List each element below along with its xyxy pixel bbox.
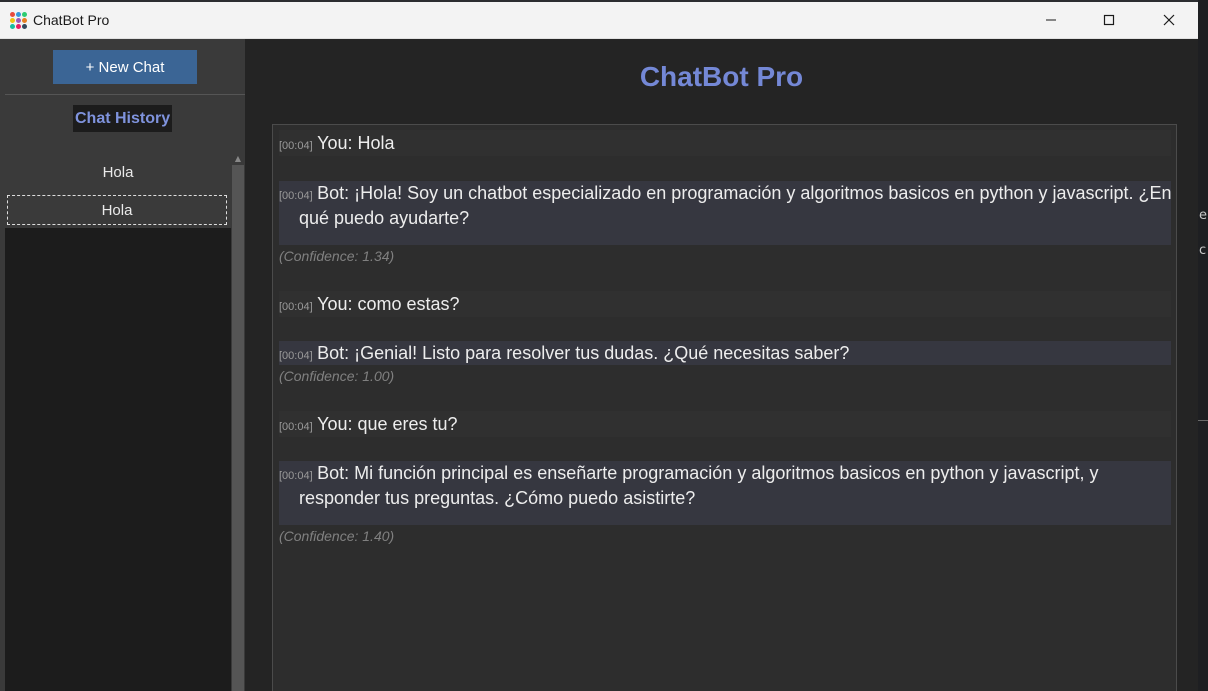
message-timestamp: [00:04] [279, 190, 313, 202]
message-bot: [00:04] Bot: Mi función principal es ens… [279, 461, 1171, 525]
sidebar-divider [5, 94, 245, 95]
message-line-continued: responder tus preguntas. ¿Cómo puedo asi… [299, 488, 695, 509]
new-chat-button[interactable]: + New Chat [53, 50, 197, 84]
message-text-continued: responder tus preguntas. ¿Cómo puedo asi… [299, 488, 696, 508]
message-line: [00:04] You: Hola [279, 133, 395, 154]
history-item[interactable]: Hola [5, 157, 231, 187]
message-timestamp: [00:04] [279, 301, 313, 313]
main-panel: ChatBot Pro [00:04] You: Hola [00:04] Bo… [245, 39, 1198, 691]
message-user: [00:04] You: que eres tu? [279, 411, 1171, 437]
message-text: Bot: Mi función principal es enseñarte p… [317, 463, 1099, 483]
message-line: [00:04] You: como estas? [279, 294, 460, 315]
chat-history-title: Chat History [73, 105, 173, 132]
confidence-label: (Confidence: 1.40) [279, 528, 395, 544]
history-item-selected[interactable]: Hola [7, 195, 227, 225]
window-title: ChatBot Pro [33, 12, 110, 28]
close-icon [1163, 14, 1175, 26]
app-icon [9, 11, 27, 29]
message-background [279, 130, 1171, 156]
message-timestamp: [00:04] [279, 421, 313, 433]
background-glyph: e [1199, 208, 1207, 223]
background-glyph: c [1199, 243, 1207, 258]
message-line: [00:04] Bot: ¡Hola! Soy un chatbot espec… [279, 183, 1172, 204]
close-button[interactable] [1140, 2, 1198, 38]
message-user: [00:04] You: Hola [279, 130, 1171, 156]
confidence-label: (Confidence: 1.34) [279, 248, 395, 264]
scroll-up-icon[interactable]: ▲ [232, 155, 244, 163]
message-user: [00:04] You: como estas? [279, 291, 1171, 317]
message-timestamp: [00:04] [279, 140, 313, 152]
sidebar: + New Chat Chat History Hola Hola ▲ [0, 39, 245, 691]
title-bar: ChatBot Pro [0, 2, 1198, 39]
history-scrollbar[interactable]: ▲ [232, 155, 244, 691]
message-timestamp: [00:04] [279, 350, 313, 362]
app-window: ChatBot Pro + New Chat Chat History Hola… [0, 2, 1198, 691]
message-bot: [00:04] Bot: ¡Hola! Soy un chatbot espec… [279, 181, 1172, 245]
message-line: [00:04] You: que eres tu? [279, 414, 458, 435]
maximize-button[interactable] [1080, 2, 1138, 38]
minimize-button[interactable] [1022, 2, 1080, 38]
message-line: [00:04] Bot: ¡Genial! Listo para resolve… [279, 343, 849, 364]
chat-transcript[interactable]: [00:04] You: Hola [00:04] Bot: ¡Hola! So… [272, 124, 1177, 691]
message-text: You: Hola [317, 133, 395, 153]
page-title: ChatBot Pro [639, 61, 804, 92]
background-line [1198, 420, 1208, 421]
scrollbar-track[interactable] [232, 165, 244, 691]
message-line-continued: qué puedo ayudarte? [299, 208, 469, 229]
message-text: Bot: ¡Hola! Soy un chatbot especializado… [317, 183, 1172, 203]
message-timestamp: [00:04] [279, 470, 313, 482]
maximize-icon [1103, 14, 1115, 26]
message-text: Bot: ¡Genial! Listo para resolver tus du… [317, 343, 850, 363]
message-text-continued: qué puedo ayudarte? [299, 208, 470, 228]
confidence-label: (Confidence: 1.00) [279, 368, 395, 384]
message-line: [00:04] Bot: Mi función principal es ens… [279, 463, 1098, 484]
message-text: You: como estas? [317, 294, 460, 314]
history-list-panel [5, 228, 231, 691]
background-window-edge: e c [1198, 0, 1208, 691]
message-bot: [00:04] Bot: ¡Genial! Listo para resolve… [279, 341, 1171, 365]
message-text: You: que eres tu? [317, 414, 458, 434]
minimize-icon [1046, 19, 1056, 21]
